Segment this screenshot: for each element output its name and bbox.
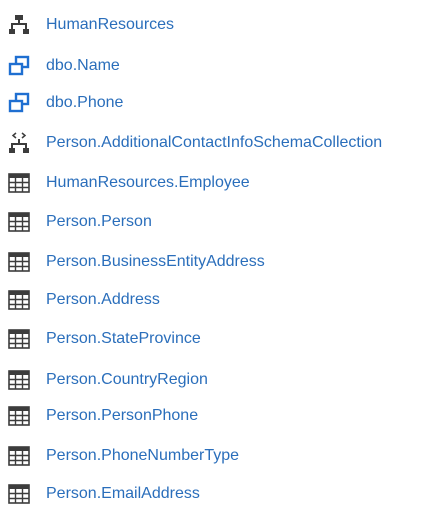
table-icon (8, 369, 30, 391)
list-item-label[interactable]: Person.Person (46, 212, 152, 232)
list-item-label[interactable]: Person.BusinessEntityAddress (46, 252, 265, 272)
list-item-label[interactable]: Person.PhoneNumberType (46, 446, 239, 466)
table-icon (8, 445, 30, 467)
list-item-label[interactable]: HumanResources (46, 15, 174, 35)
dependency-list: HumanResources dbo.Name dbo.Phone Person… (0, 0, 447, 505)
list-item-label[interactable]: Person.CountryRegion (46, 370, 208, 390)
table-icon (8, 211, 30, 233)
schema-icon (8, 14, 30, 36)
table-icon (8, 251, 30, 273)
xml-schema-collection-icon (8, 132, 30, 154)
list-item-label[interactable]: dbo.Name (46, 56, 120, 76)
table-icon (8, 289, 30, 311)
table-icon (8, 328, 30, 350)
list-item-label[interactable]: HumanResources.Employee (46, 173, 250, 193)
table-icon (8, 405, 30, 427)
user-defined-type-icon (8, 55, 30, 77)
list-item-label[interactable]: dbo.Phone (46, 93, 123, 113)
list-item-label[interactable]: Person.PersonPhone (46, 406, 198, 426)
list-item-label[interactable]: Person.Address (46, 290, 160, 310)
list-item-label[interactable]: Person.StateProvince (46, 329, 201, 349)
list-item-label[interactable]: Person.AdditionalContactInfoSchemaCollec… (46, 133, 382, 153)
table-icon (8, 483, 30, 505)
user-defined-type-icon (8, 92, 30, 114)
table-icon (8, 172, 30, 194)
list-item-label[interactable]: Person.EmailAddress (46, 484, 200, 504)
